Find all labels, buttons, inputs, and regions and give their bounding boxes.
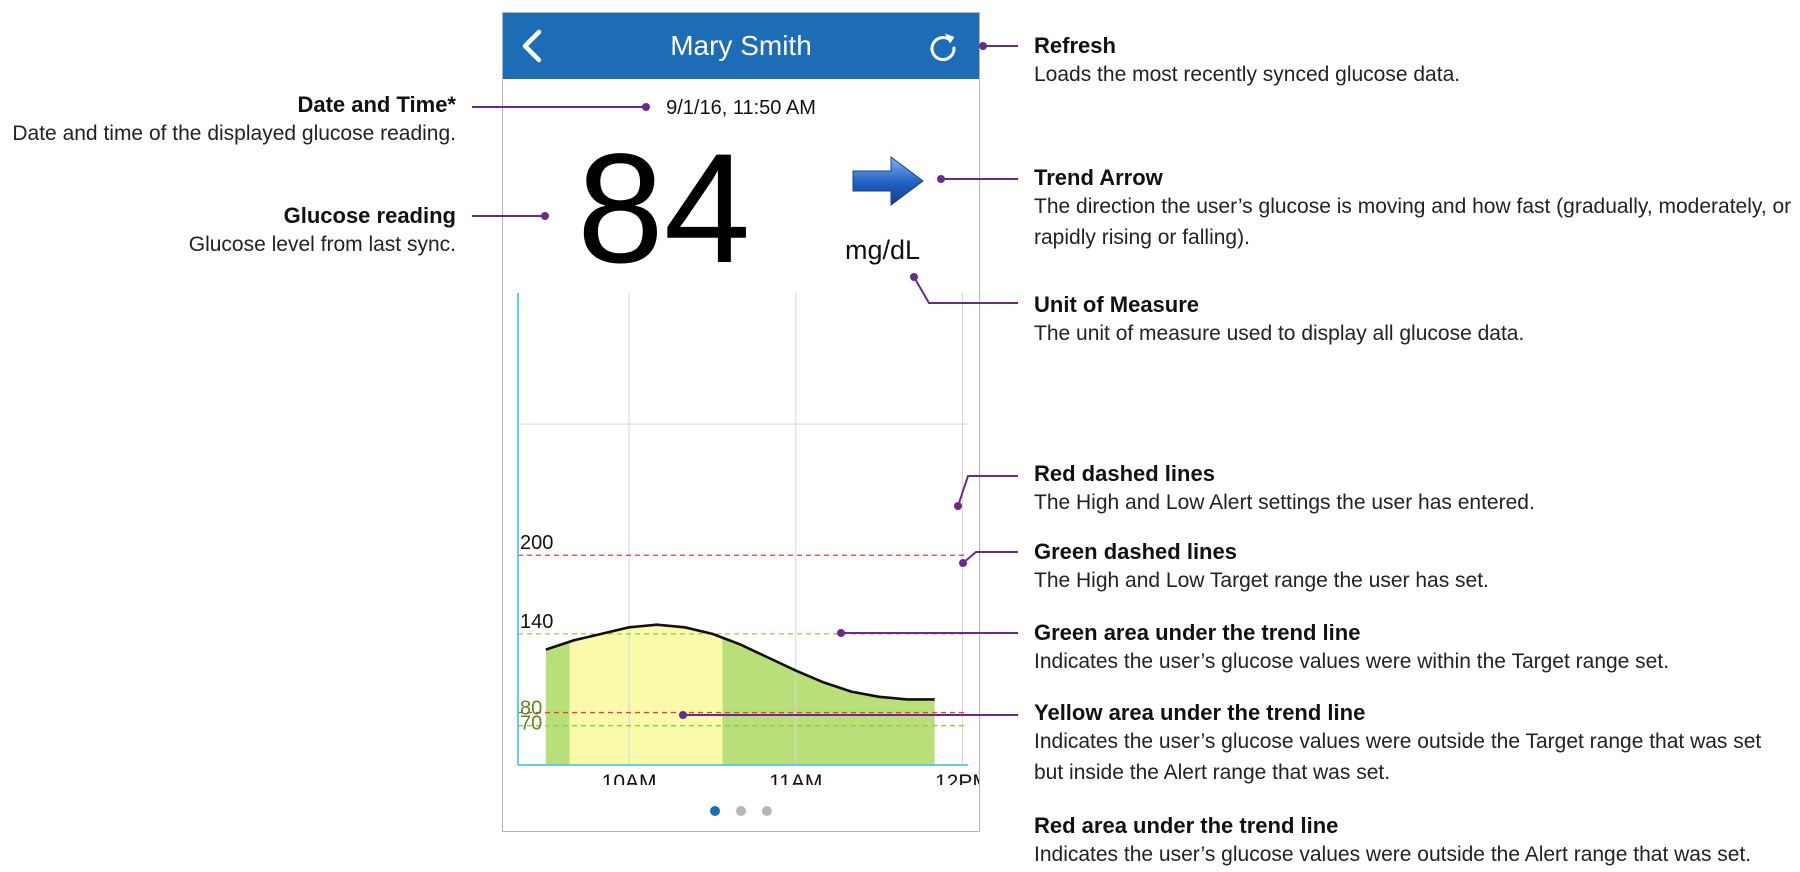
annotation-title: Green area under the trend line xyxy=(1034,620,1361,645)
annotation-green-dashed: Green dashed lines The High and Low Targ… xyxy=(1034,539,1489,596)
annotation-red-dashed: Red dashed lines The High and Low Alert … xyxy=(1034,461,1535,518)
annotation-green-area: Green area under the trend line Indicate… xyxy=(1034,620,1669,677)
annotation-desc: The unit of measure used to display all … xyxy=(1034,322,1525,345)
x-tick-label: 10AM xyxy=(602,771,657,785)
callout-dot xyxy=(979,42,987,50)
glucose-reading-value: 84 xyxy=(577,122,751,296)
annotation-desc: Date and time of the displayed glucose r… xyxy=(12,122,456,145)
annotation-desc: The High and Low Target range the user h… xyxy=(1034,569,1489,592)
page-dot[interactable] xyxy=(762,806,773,816)
glucose-trend-chart: 200140807010AM11AM12PM xyxy=(517,293,980,785)
page-dot[interactable] xyxy=(709,806,720,816)
in-range-area xyxy=(722,637,935,765)
annotation-desc: Loads the most recently synced glucose d… xyxy=(1034,63,1461,86)
annotation-yellow-area: Yellow area under the trend line Indicat… xyxy=(1034,700,1796,788)
annotation-desc: Indicates the user’s glucose values were… xyxy=(1034,843,1752,866)
annotation-title: Red dashed lines xyxy=(1034,461,1215,486)
annotation-desc: Indicates the user’s glucose values were… xyxy=(1034,650,1670,673)
annotation-desc: Glucose level from last sync. xyxy=(188,233,456,256)
nav-bar: Mary Smith xyxy=(503,13,979,79)
refresh-button[interactable] xyxy=(925,29,961,65)
annotation-red-area: Red area under the trend line Indicates … xyxy=(1034,813,1751,870)
page-title: Mary Smith xyxy=(670,30,812,61)
annotation-glucose-reading: Glucose reading Glucose level from last … xyxy=(189,203,456,260)
annotation-trend-arrow: Trend Arrow The direction the user’s glu… xyxy=(1034,165,1794,253)
alert-high-label: 200 xyxy=(520,532,553,554)
x-tick-label: 12PM xyxy=(935,771,980,785)
in-range-area xyxy=(545,641,570,765)
annotation-title: Yellow area under the trend line xyxy=(1034,700,1366,725)
annotation-title: Red area under the trend line xyxy=(1034,813,1339,838)
annotation-desc: The High and Low Alert settings the user… xyxy=(1034,491,1535,514)
phone-screen: Mary Smith 9/1/16, 11:50 AM 84 mg/dL 200… xyxy=(502,12,980,832)
annotation-title: Refresh xyxy=(1034,33,1116,58)
annotation-desc: The direction the user’s glucose is movi… xyxy=(1034,195,1792,249)
page-dot[interactable] xyxy=(736,806,746,816)
target-high-label: 140 xyxy=(520,611,553,633)
x-tick-label: 11AM xyxy=(769,771,822,785)
page-indicator[interactable] xyxy=(503,803,979,821)
annotation-refresh: Refresh Loads the most recently synced g… xyxy=(1034,33,1460,90)
unit-label: mg/dL xyxy=(845,235,921,265)
refresh-icon xyxy=(930,33,956,61)
annotation-title: Unit of Measure xyxy=(1034,292,1200,317)
reading-datetime: 9/1/16, 11:50 AM xyxy=(666,97,816,119)
annotation-desc: Indicates the user’s glucose values were… xyxy=(1034,730,1762,784)
target-low-label: 70 xyxy=(520,713,542,735)
annotation-title: Green dashed lines xyxy=(1034,539,1237,564)
annotation-title: Date and Time* xyxy=(297,92,456,117)
arrow-right-icon xyxy=(852,156,924,206)
out-of-target-area xyxy=(569,624,723,765)
annotation-title: Trend Arrow xyxy=(1034,165,1163,190)
annotation-unit-of-measure: Unit of Measure The unit of measure used… xyxy=(1034,292,1524,349)
annotation-date-time: Date and Time* Date and time of the disp… xyxy=(12,92,456,149)
annotation-title: Glucose reading xyxy=(283,203,456,228)
